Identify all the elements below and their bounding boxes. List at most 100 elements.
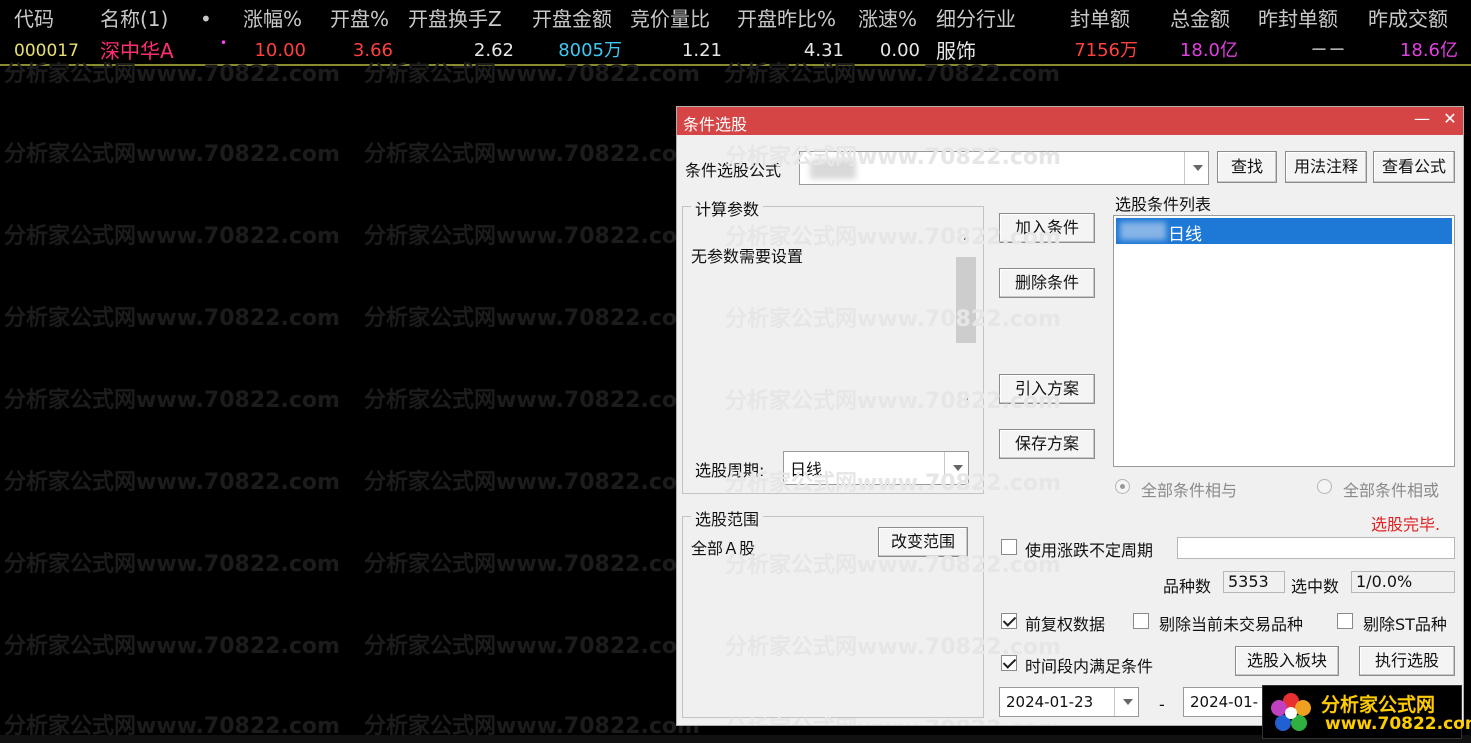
exclude-untraded-label[interactable]: 剔除当前未交易品种 <box>1159 611 1303 635</box>
condition-name-blurred <box>1120 222 1166 240</box>
close-icon[interactable]: ✕ <box>1439 109 1461 128</box>
col-header-total-amount[interactable]: 总金额 <box>1170 4 1230 34</box>
chevron-up-icon[interactable]: ˄ <box>955 235 977 253</box>
add-condition-button[interactable]: 加入条件 <box>999 213 1095 243</box>
watermark: 分析家公式网www.70822.com <box>4 552 340 577</box>
change-range-button[interactable]: 改变范围 <box>878 527 968 557</box>
count-label: 品种数 <box>1163 577 1212 596</box>
selected-value: 1/0.0% <box>1351 571 1455 593</box>
radio-all-and[interactable] <box>1115 479 1130 494</box>
forward-adjust-label[interactable]: 前复权数据 <box>1025 611 1105 635</box>
radio-all-or[interactable] <box>1317 479 1332 494</box>
cell-industry: 服饰 <box>936 39 976 63</box>
formula-label: 条件选股公式 <box>685 161 782 180</box>
site-logo: 分析家公式网 www.70822.com <box>1262 685 1471 739</box>
watermark: 分析家公式网www.70822.com <box>4 224 340 249</box>
execute-select-button[interactable]: 执行选股 <box>1359 646 1455 676</box>
cell-open-amount: 8005万 <box>558 40 622 61</box>
col-header-open-vs-prev[interactable]: 开盘昨比% <box>737 4 836 34</box>
cell-seal-amount: 7156万 <box>1074 40 1138 61</box>
watermark: 分析家公式网www.70822.com <box>364 634 700 659</box>
cell-open-vs-prev: 4.31 <box>803 40 844 61</box>
condition-item-label: 日线 <box>1168 225 1202 245</box>
chevron-down-icon[interactable] <box>944 452 968 484</box>
cell-bid-volume-ratio: 1.21 <box>681 40 722 61</box>
formula-combobox[interactable] <box>799 151 1209 185</box>
chevron-down-icon[interactable]: ˅ <box>955 397 977 415</box>
condition-list-label: 选股条件列表 <box>1115 195 1212 214</box>
select-to-block-button[interactable]: 选股入板块 <box>1235 646 1339 676</box>
exclude-st-label[interactable]: 剔除ST品种 <box>1363 611 1447 635</box>
time-period-checkbox[interactable] <box>1001 655 1017 671</box>
watermark: 分析家公式网www.70822.com <box>364 552 700 577</box>
exclude-st-checkbox[interactable] <box>1337 613 1353 629</box>
col-header-name[interactable]: 名称(1) <box>100 4 168 34</box>
chevron-down-icon[interactable] <box>1184 152 1208 184</box>
col-header-change-pct[interactable]: 涨幅% <box>243 4 302 34</box>
params-scrollbar[interactable]: ˄ ˅ <box>955 233 977 417</box>
list-item[interactable]: 日线 <box>1116 218 1452 245</box>
watermark: 分析家公式网www.70822.com <box>364 470 700 495</box>
col-header-prev-turnover[interactable]: 昨成交额 <box>1368 4 1448 34</box>
minimize-icon[interactable]: — <box>1411 109 1433 128</box>
forward-adjust-checkbox[interactable] <box>1001 613 1017 629</box>
col-header-marker[interactable]: • <box>200 4 212 34</box>
variable-period-input[interactable] <box>1177 537 1455 559</box>
date-separator: - <box>1159 695 1165 714</box>
col-header-bid-volume-ratio[interactable]: 竞价量比 <box>630 4 710 34</box>
params-group-title: 计算参数 <box>691 196 764 220</box>
date-from-picker[interactable]: 2024-01-23 <box>999 687 1139 717</box>
watermark: 分析家公式网www.70822.com <box>364 306 700 331</box>
horizontal-scrollbar[interactable] <box>0 735 1471 743</box>
params-group: 计算参数 无参数需要设置 ˄ ˅ 选股周期: 日线 <box>682 196 984 494</box>
dialog-title-bar[interactable]: 条件选股 — ✕ <box>677 107 1463 135</box>
table-row[interactable]: 000017 深中华A • 10.00 3.66 2.62 8005万 1.21… <box>0 36 1471 66</box>
col-header-open-pct[interactable]: 开盘% <box>330 4 389 34</box>
exclude-untraded-checkbox[interactable] <box>1133 613 1149 629</box>
no-params-text: 无参数需要设置 <box>691 247 804 266</box>
col-header-seal-amount[interactable]: 封单额 <box>1070 4 1130 34</box>
radio-all-and-label[interactable]: 全部条件相与 <box>1141 477 1237 501</box>
watermark: 分析家公式网www.70822.com <box>4 142 340 167</box>
col-header-speed-pct[interactable]: 涨速% <box>858 4 917 34</box>
period-select[interactable]: 日线 <box>783 451 969 485</box>
range-group: 选股范围 全部Ａ股 改变范围 <box>682 506 984 718</box>
watermark: 分析家公式网www.70822.com <box>4 634 340 659</box>
view-formula-button[interactable]: 查看公式 <box>1373 151 1455 183</box>
cell-prev-seal-amount: －－ <box>1310 40 1346 61</box>
chevron-down-icon[interactable] <box>1114 688 1138 716</box>
variable-period-label[interactable]: 使用涨跌不定周期 <box>1025 537 1153 561</box>
scroll-thumb[interactable] <box>956 257 976 343</box>
flower-logo-icon <box>1271 693 1311 731</box>
delete-condition-button[interactable]: 删除条件 <box>999 268 1095 298</box>
date-from-value: 2024-01-23 <box>1006 693 1094 711</box>
usage-notes-button[interactable]: 用法注释 <box>1285 151 1367 183</box>
count-value: 5353 <box>1223 571 1285 593</box>
cell-open-pct: 3.66 <box>352 40 393 61</box>
find-button[interactable]: 查找 <box>1217 151 1277 183</box>
period-value: 日线 <box>790 460 823 479</box>
watermark: 分析家公式网www.70822.com <box>364 142 700 167</box>
watermark: 分析家公式网www.70822.com <box>4 306 340 331</box>
cell-name: 深中华A <box>100 39 174 63</box>
watermark: 分析家公式网www.70822.com <box>4 388 340 413</box>
cell-open-turnover: 2.62 <box>473 40 514 61</box>
cell-total-amount: 18.0亿 <box>1179 40 1238 61</box>
col-header-code[interactable]: 代码 <box>14 4 54 34</box>
time-period-label[interactable]: 时间段内满足条件 <box>1025 653 1153 677</box>
radio-all-or-label[interactable]: 全部条件相或 <box>1343 477 1439 501</box>
condition-list[interactable]: 日线 <box>1113 215 1455 467</box>
status-text: 选股完毕. <box>1371 515 1441 534</box>
cell-code: 000017 <box>14 41 79 61</box>
save-plan-button[interactable]: 保存方案 <box>999 429 1095 459</box>
col-header-open-turnover[interactable]: 开盘换手Z <box>408 4 502 34</box>
import-plan-button[interactable]: 引入方案 <box>999 374 1095 404</box>
logo-main-text: 分析家公式网 <box>1321 694 1436 716</box>
col-header-open-amount[interactable]: 开盘金额 <box>532 4 612 34</box>
col-header-industry[interactable]: 细分行业 <box>936 4 1016 34</box>
variable-period-checkbox[interactable] <box>1001 539 1017 555</box>
condition-select-dialog: 分析家公式网www.70822.com 分析家公式网www.70822.com … <box>676 106 1464 726</box>
watermark: 分析家公式网www.70822.com <box>364 388 700 413</box>
range-group-title: 选股范围 <box>691 506 764 530</box>
col-header-prev-seal-amount[interactable]: 昨封单额 <box>1258 4 1338 34</box>
